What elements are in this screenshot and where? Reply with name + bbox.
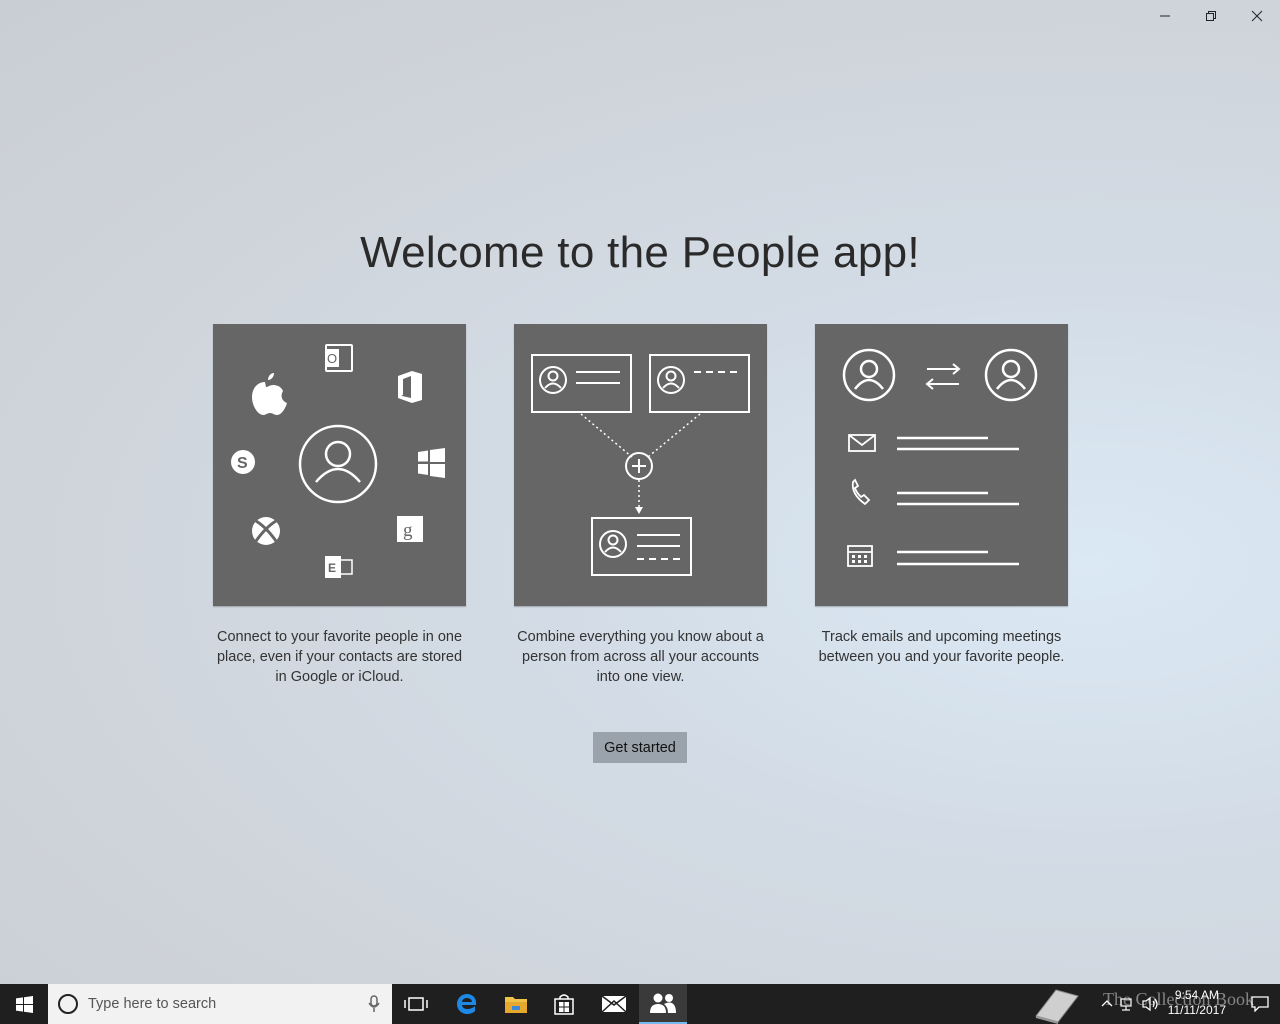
close-button[interactable] bbox=[1234, 0, 1280, 32]
mail-icon bbox=[601, 995, 627, 1013]
contact-card-icon bbox=[649, 354, 750, 413]
person-circle-icon bbox=[298, 424, 378, 504]
phone-icon bbox=[851, 478, 871, 506]
svg-text:S: S bbox=[237, 455, 248, 472]
book-icon bbox=[1035, 989, 1079, 1024]
task-view-icon bbox=[404, 997, 428, 1011]
combine-contacts-tile bbox=[514, 324, 767, 606]
task-view-button[interactable] bbox=[392, 984, 440, 1024]
microphone-icon[interactable] bbox=[368, 994, 380, 1014]
svg-text:O: O bbox=[327, 351, 337, 366]
exchange-arrows-icon bbox=[925, 363, 961, 390]
minimize-icon bbox=[1160, 15, 1170, 17]
page-title: Welcome to the People app! bbox=[360, 228, 920, 277]
svg-text:g: g bbox=[403, 520, 413, 541]
file-explorer-icon bbox=[505, 997, 527, 1013]
combine-contacts-illustration bbox=[531, 354, 750, 576]
taskbar: Type here to search The Collection Book … bbox=[0, 984, 1280, 1024]
person-circle-icon bbox=[984, 348, 1038, 402]
close-icon bbox=[1251, 10, 1263, 22]
action-center-button[interactable] bbox=[1240, 984, 1280, 1024]
skype-icon: S bbox=[231, 450, 255, 474]
windows-logo-icon bbox=[15, 995, 33, 1013]
store-button[interactable] bbox=[540, 984, 588, 1024]
cortana-icon[interactable] bbox=[58, 994, 78, 1014]
clock-time: 9:54 AM bbox=[1174, 988, 1219, 1002]
edge-icon bbox=[457, 994, 477, 1014]
start-button[interactable] bbox=[0, 984, 48, 1024]
people-button[interactable] bbox=[639, 984, 687, 1024]
get-started-button[interactable]: Get started bbox=[593, 732, 687, 763]
people-icon bbox=[650, 993, 676, 1013]
restore-icon bbox=[1206, 11, 1216, 21]
edge-button[interactable] bbox=[443, 984, 491, 1024]
windows-icon bbox=[418, 448, 445, 478]
track-emails-tile bbox=[815, 324, 1068, 606]
restore-button[interactable] bbox=[1188, 0, 1234, 32]
clock-date: 11/11/2017 bbox=[1167, 1003, 1226, 1017]
search-box[interactable]: Type here to search bbox=[48, 984, 392, 1024]
outlook-icon: O bbox=[325, 344, 353, 372]
office-icon bbox=[398, 371, 422, 403]
track-emails-illustration bbox=[842, 348, 1038, 567]
window-controls bbox=[1142, 0, 1280, 32]
apple-icon bbox=[252, 373, 287, 415]
clock[interactable]: 9:54 AM 11/11/2017 bbox=[1168, 988, 1226, 1018]
notification-icon bbox=[1251, 996, 1269, 1012]
search-placeholder: Type here to search bbox=[88, 996, 217, 1012]
connect-accounts-tile: O S g E bbox=[213, 324, 466, 606]
track-emails-caption: Track emails and upcoming meetings betwe… bbox=[818, 629, 1065, 665]
mail-button[interactable] bbox=[590, 984, 638, 1024]
person-circle-icon bbox=[842, 348, 896, 402]
connect-accounts-caption: Connect to your favorite people in one p… bbox=[216, 629, 463, 685]
minimize-button[interactable] bbox=[1142, 0, 1188, 32]
exchange-icon: E bbox=[325, 556, 353, 578]
svg-text:E: E bbox=[328, 561, 336, 575]
connect-accounts-illustration: O S g E bbox=[231, 344, 445, 578]
combine-contacts-caption: Combine everything you know about a pers… bbox=[517, 629, 764, 685]
file-explorer-button[interactable] bbox=[492, 984, 540, 1024]
google-icon: g bbox=[397, 516, 423, 542]
xbox-icon bbox=[252, 517, 280, 545]
store-icon bbox=[554, 994, 574, 1015]
